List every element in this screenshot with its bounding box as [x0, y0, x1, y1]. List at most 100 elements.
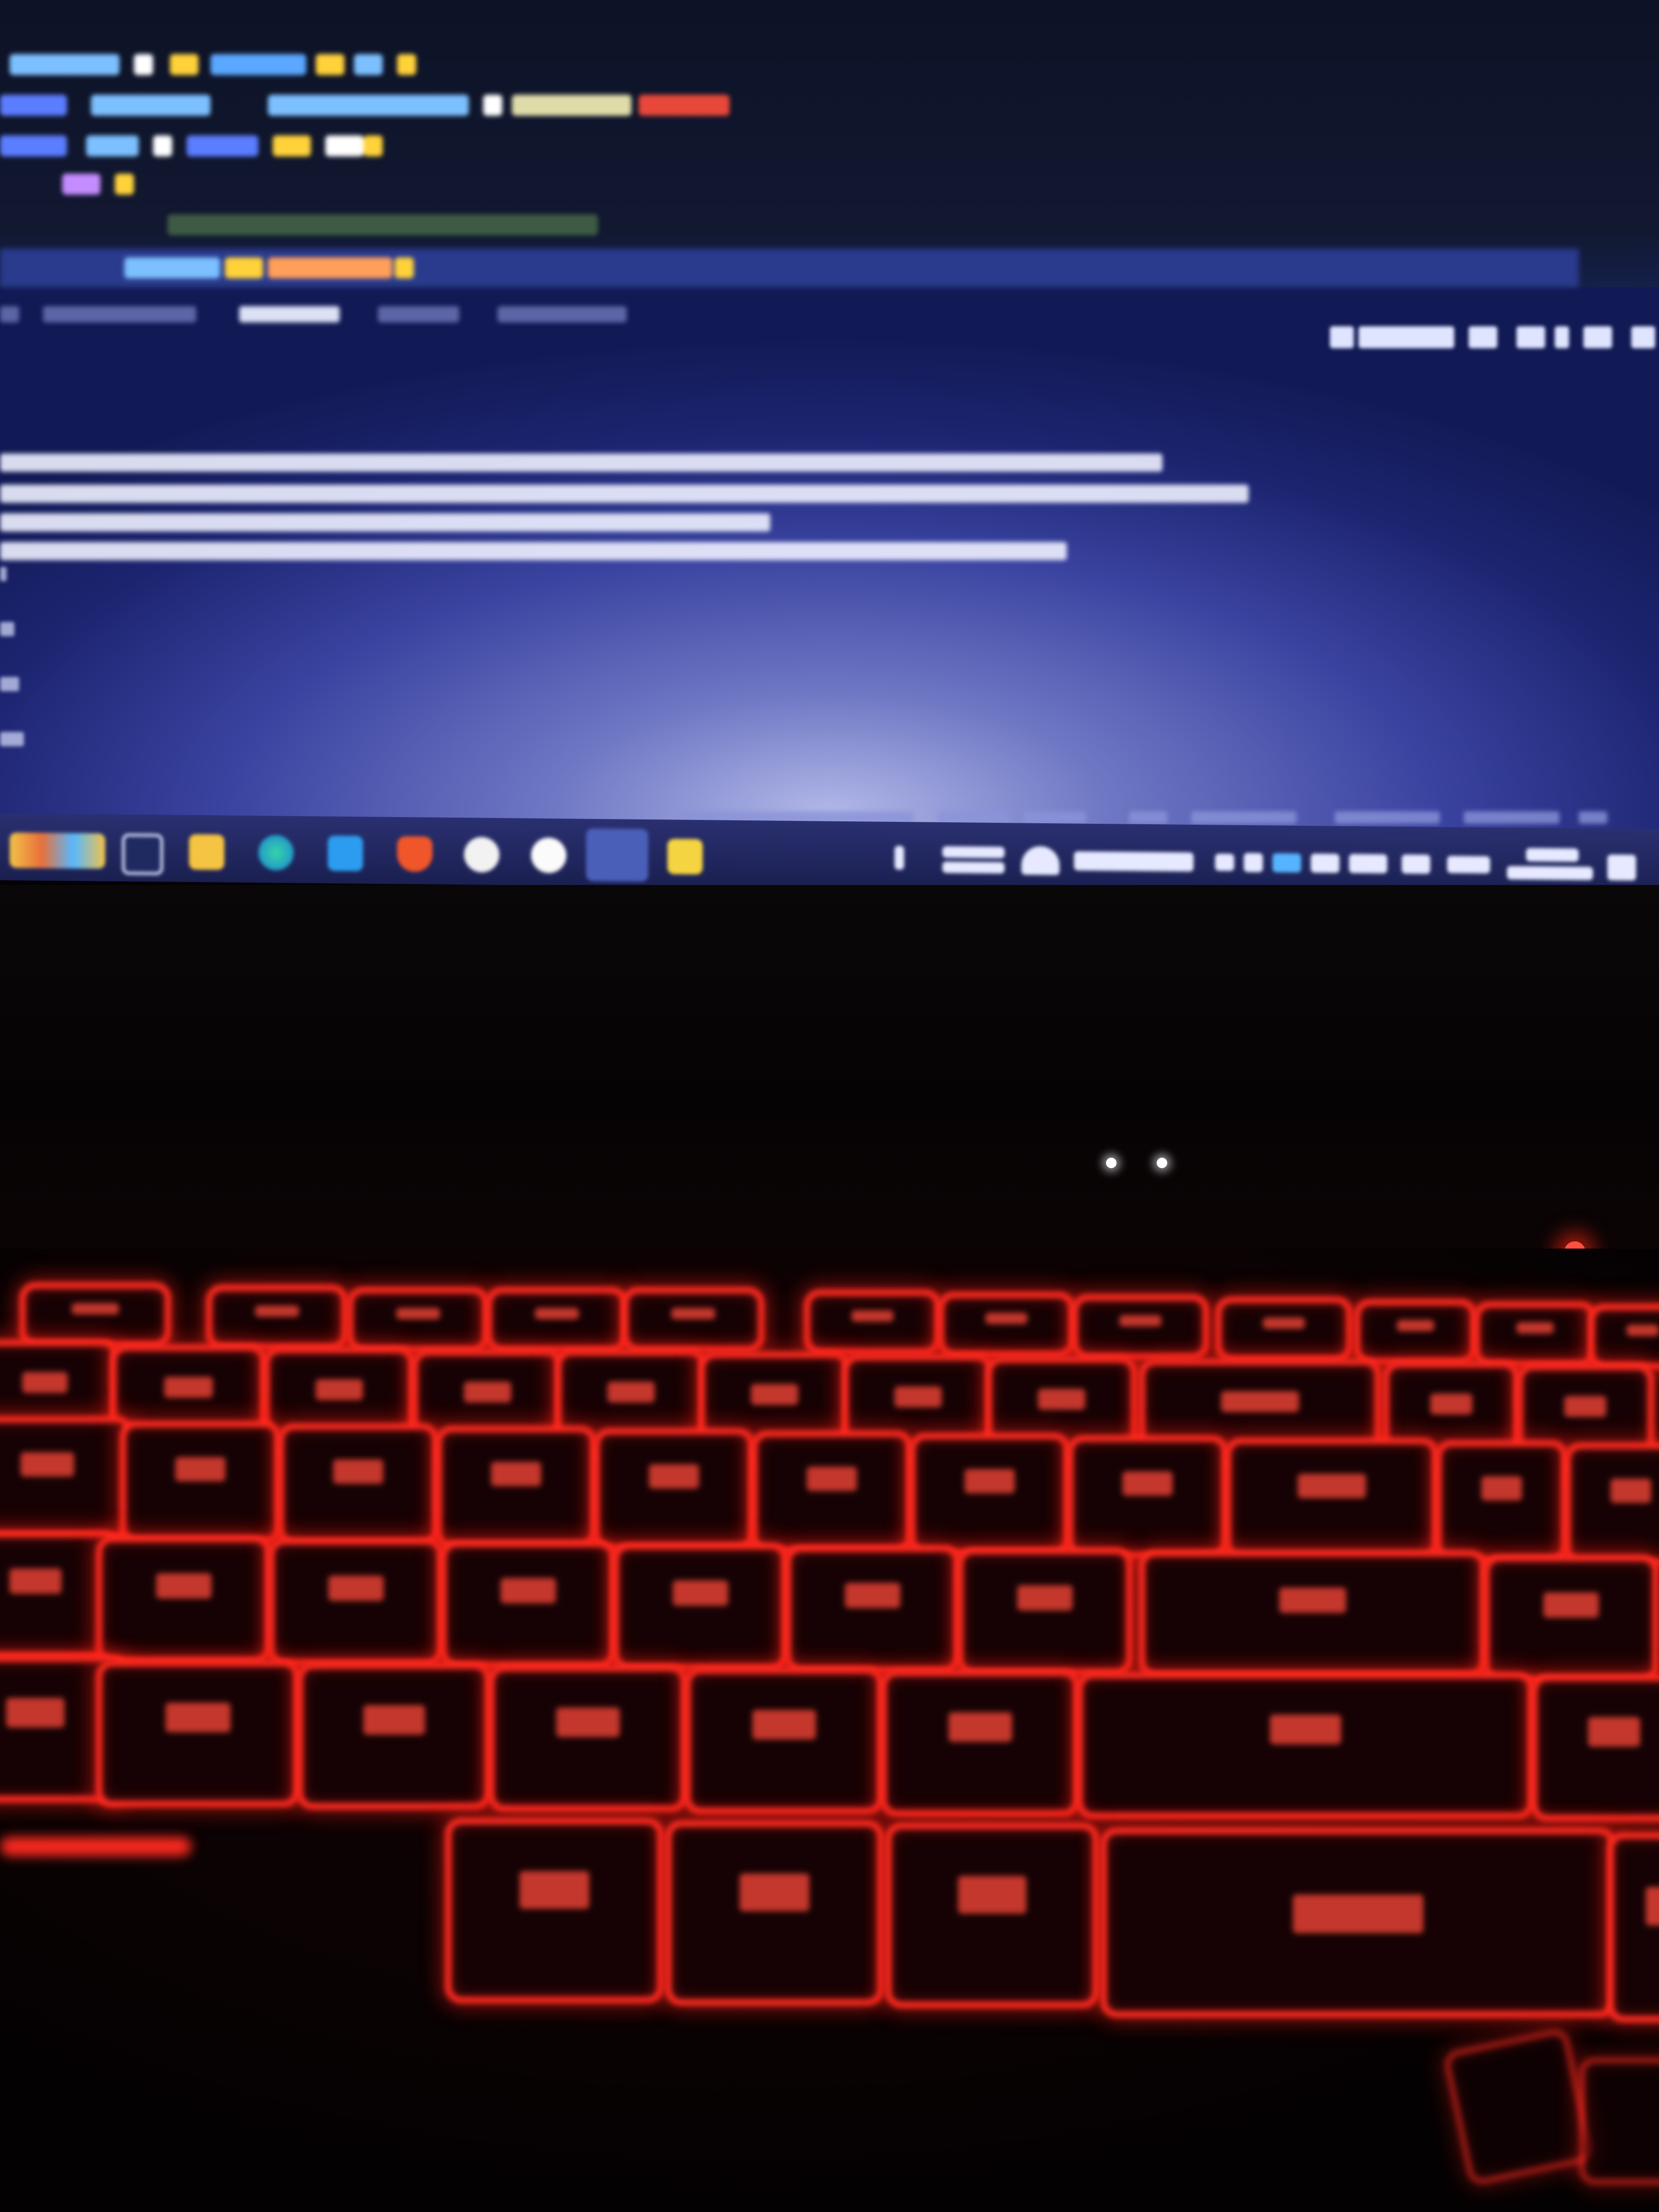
keyboard-key[interactable]	[1354, 1299, 1477, 1365]
photo-scene: Entryform = ({ props }) => { const [data…	[0, 0, 1659, 2212]
keyboard-key[interactable]	[665, 1820, 884, 2006]
keyboard-key[interactable]	[1215, 1296, 1353, 1362]
keyboard-key[interactable]	[96, 1536, 272, 1664]
tab-debug-console[interactable]: DEBUG CONSOLE	[43, 306, 196, 322]
edge-icon[interactable]	[258, 835, 294, 871]
keyboard-key[interactable]	[880, 1670, 1080, 1817]
clock-date[interactable]: 28-03-2023	[1507, 866, 1593, 880]
trash-icon[interactable]	[1583, 326, 1612, 348]
keyboard-key[interactable]	[96, 1660, 300, 1807]
pen-icon[interactable]	[1402, 854, 1430, 874]
keyboard-key[interactable]	[488, 1665, 688, 1812]
keyboard-key[interactable]	[785, 1545, 961, 1673]
terminal-prompt	[0, 732, 24, 746]
file-explorer-icon[interactable]	[189, 834, 224, 870]
code-line: const init = async () => {	[0, 132, 478, 160]
chat-icon[interactable]	[464, 837, 499, 873]
notifications-icon[interactable]	[1579, 811, 1607, 824]
code-line: try {	[0, 170, 191, 199]
keyboard-key[interactable]	[120, 1421, 281, 1544]
keyboard-key[interactable]	[1564, 1442, 1659, 1566]
notes-icon[interactable]	[667, 839, 703, 875]
tab-ports[interactable]: PORTS	[498, 306, 627, 322]
tab-output[interactable]: OUTPUT	[378, 306, 459, 322]
keyboard-key[interactable]	[19, 1282, 171, 1348]
store-icon[interactable]	[328, 835, 363, 872]
shift-key[interactable]	[1076, 1672, 1535, 1819]
keyboard-key[interactable]	[1072, 1294, 1209, 1360]
battery-icon[interactable]	[1311, 853, 1339, 873]
cloud-icon[interactable]	[1021, 846, 1060, 875]
clock-time[interactable]: 20:57	[1526, 848, 1579, 862]
keyboard-key[interactable]	[751, 1430, 913, 1554]
keyboard-key[interactable]	[1100, 1827, 1616, 2018]
keyboard-key[interactable]	[1225, 1438, 1439, 1561]
task-view-icon[interactable]	[122, 833, 163, 875]
status-led	[1157, 1158, 1167, 1168]
widgets-icon[interactable]	[10, 832, 105, 869]
enter-key[interactable]	[1139, 1550, 1487, 1678]
separator	[895, 845, 904, 870]
vscode-icon[interactable]	[586, 828, 648, 882]
encoding-status[interactable]	[1024, 811, 1086, 824]
keyboard-key[interactable]	[1483, 1555, 1659, 1683]
keyboard-key[interactable]	[486, 1287, 628, 1353]
terminal-shell-icon[interactable]	[1330, 326, 1354, 348]
tab-terminal[interactable]: TERMINAL	[239, 306, 340, 322]
keyboard-key[interactable]	[1473, 1301, 1597, 1367]
keyboard-key[interactable]	[0, 1416, 133, 1539]
keyboard-key[interactable]	[885, 1823, 1099, 2008]
prettier-status[interactable]	[1464, 811, 1559, 824]
keyboard-key[interactable]	[1588, 1304, 1659, 1370]
keyboard-key[interactable]	[445, 1818, 664, 2003]
laptop-hinge-area	[0, 885, 1659, 1249]
usb-icon[interactable]	[1349, 854, 1387, 874]
keyboard-key[interactable]	[622, 1287, 764, 1353]
chevron-up-icon[interactable]	[1469, 326, 1497, 348]
keyboard-key[interactable]	[440, 1540, 616, 1669]
keyboard-key[interactable]	[297, 1662, 492, 1810]
split-terminal-icon[interactable]	[1631, 326, 1655, 348]
chrome-icon[interactable]	[531, 837, 566, 874]
weather-label[interactable]: DPC Stnde	[1074, 851, 1194, 872]
keyboard-key[interactable]	[938, 1292, 1075, 1358]
keyboard-key[interactable]	[804, 1289, 941, 1355]
keyboard-key[interactable]	[612, 1543, 788, 1671]
terminal-selector[interactable]: web-bun	[1359, 326, 1454, 348]
security-icon[interactable]	[1244, 852, 1263, 873]
chevron-up-icon[interactable]	[1215, 853, 1234, 871]
keyboard-key[interactable]	[435, 1426, 597, 1549]
language-status[interactable]	[1191, 811, 1296, 824]
notification-icon[interactable]	[1607, 854, 1636, 881]
plus-icon[interactable]	[1516, 326, 1545, 348]
keyboard-key[interactable]	[1067, 1435, 1228, 1559]
keyboard-key[interactable]	[1607, 1832, 1659, 2023]
language-indicator[interactable]: ENG	[1447, 856, 1490, 874]
keyboard-key[interactable]	[206, 1284, 348, 1350]
go-live-status[interactable]	[1335, 811, 1440, 824]
arrow-key[interactable]	[1579, 2057, 1659, 2185]
keyboard-key[interactable]	[909, 1433, 1071, 1556]
tab-problems[interactable]: PROBLEMS	[0, 306, 19, 322]
onedrive-icon[interactable]	[1272, 853, 1301, 873]
keyboard-key[interactable]	[1531, 1674, 1659, 1822]
eol-status[interactable]	[1129, 811, 1167, 824]
keyboard-key[interactable]	[1435, 1440, 1568, 1563]
keyboard-key[interactable]	[277, 1423, 439, 1547]
code-editor: Entryform = ({ props }) => { const [data…	[0, 0, 1659, 287]
keyboard-key[interactable]	[684, 1667, 884, 1814]
terminal-output: ender@http://192.168.0.105:19000/index.b…	[0, 411, 1659, 842]
brave-icon[interactable]	[397, 836, 432, 872]
chevron-down-icon[interactable]	[1555, 326, 1569, 348]
keyboard-key[interactable]	[268, 1538, 444, 1666]
keyboard-key[interactable]	[593, 1428, 755, 1551]
terminal-line: ender@http://192.168.0.105:19000/index.b…	[0, 450, 1167, 476]
weather-subtext[interactable]: GT vs RR	[942, 861, 1005, 874]
keyboard-key[interactable]	[347, 1287, 489, 1353]
terminal-prompt	[0, 567, 7, 581]
weather-text[interactable]: IPL	[942, 846, 1005, 859]
status-led	[1106, 1158, 1117, 1168]
keyboard-key[interactable]	[957, 1548, 1133, 1676]
terminal-prompt	[0, 677, 19, 691]
system-tray: IPL GT vs RR DPC Stnde ENG 20:57 28-03-2…	[890, 836, 1655, 886]
